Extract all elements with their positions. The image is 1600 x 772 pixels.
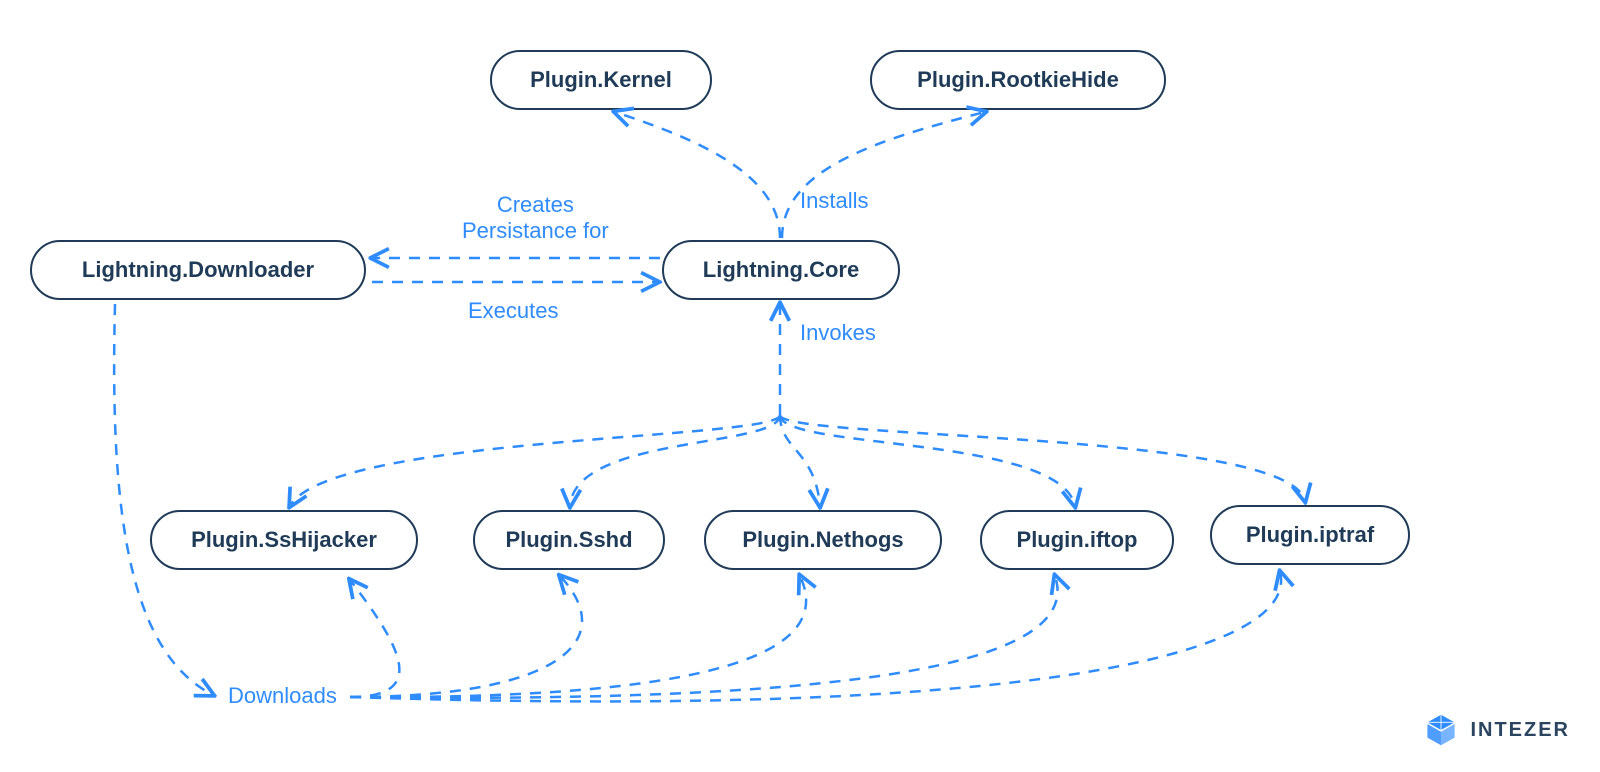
label-creates: Creates Persistance for [462, 192, 609, 245]
label-invokes: Invokes [800, 320, 876, 346]
node-plugin-sshijacker: Plugin.SsHijacker [150, 510, 418, 570]
node-plugin-iptraf: Plugin.iptraf [1210, 505, 1410, 565]
label-downloads: Downloads [228, 683, 337, 709]
node-plugin-sshd: Plugin.Sshd [473, 510, 665, 570]
node-plugin-nethogs: Plugin.Nethogs [704, 510, 942, 570]
node-plugin-iftop: Plugin.iftop [980, 510, 1174, 570]
label-executes: Executes [468, 298, 559, 324]
brand-text: INTEZER [1470, 719, 1570, 742]
node-lightning-downloader: Lightning.Downloader [30, 240, 366, 300]
cube-icon [1424, 713, 1458, 747]
node-plugin-kernel: Plugin.Kernel [490, 50, 712, 110]
node-lightning-core: Lightning.Core [662, 240, 900, 300]
label-installs: Installs [800, 188, 868, 214]
brand-intezer: INTEZER [1424, 713, 1570, 747]
node-plugin-rootkiehide: Plugin.RootkieHide [870, 50, 1166, 110]
